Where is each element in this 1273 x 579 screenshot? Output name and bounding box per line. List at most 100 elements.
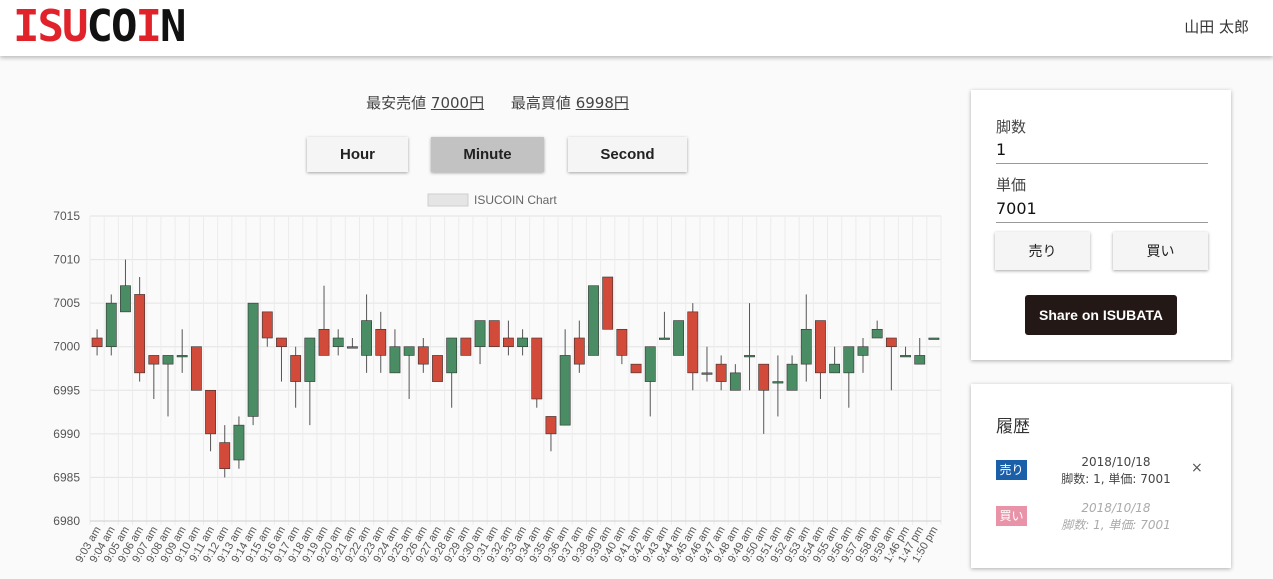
legend-label: ISUCOIN Chart <box>474 193 557 207</box>
candle-body <box>885 337 897 348</box>
candle <box>914 338 926 365</box>
isucoin-candlestick-chart: 698069856990699570007005701070159:03 am9… <box>53 193 942 565</box>
history-date: 2018/10/18 <box>1081 501 1151 515</box>
candle-body <box>432 355 443 382</box>
candle <box>233 416 245 469</box>
candle <box>517 329 528 356</box>
buy-button[interactable]: 買い <box>1113 232 1208 270</box>
qty-label: 脚数 <box>996 118 1027 136</box>
candle-body <box>616 328 628 356</box>
highest-buy-label: 最高買値 <box>510 94 571 112</box>
candle-body <box>573 337 585 365</box>
candle-body <box>559 355 571 426</box>
tab-hour[interactable]: Hour <box>307 137 408 172</box>
candle-body <box>503 337 514 348</box>
candle <box>375 311 387 373</box>
candle-body <box>332 337 344 348</box>
candle <box>261 311 273 347</box>
history-item: 売り 2018/10/18 脚数: 1, 単価: 7001 × <box>971 454 1231 494</box>
candle <box>630 363 642 374</box>
candle <box>815 320 826 399</box>
candle-body <box>729 372 741 391</box>
history-card: 履歴 売り 2018/10/18 脚数: 1, 単価: 7001 × 買い 20… <box>971 384 1231 568</box>
price-summary: 最安売値 7000円 最高買値 6998円 <box>0 92 995 113</box>
candle-body <box>276 337 287 348</box>
candle-body <box>673 320 685 356</box>
history-date: 2018/10/18 <box>1081 455 1151 469</box>
candle <box>460 337 472 356</box>
candle-body <box>602 276 614 330</box>
candle-body <box>247 302 259 417</box>
candle <box>687 303 699 391</box>
candle-body <box>914 355 926 365</box>
candle-body <box>134 294 146 374</box>
candle-body <box>148 355 160 365</box>
candle <box>318 285 330 356</box>
candle-body <box>304 337 316 382</box>
candle-body <box>162 355 174 365</box>
candle-body <box>176 355 188 358</box>
candle-body <box>928 337 940 340</box>
close-icon[interactable]: × <box>1191 460 1203 476</box>
y-tick-label: 7005 <box>53 296 80 310</box>
candle <box>800 294 812 382</box>
highest-buy-value: 6998円 <box>575 94 629 112</box>
candle <box>205 389 216 452</box>
candle <box>176 329 188 373</box>
candle-body <box>219 442 231 470</box>
tab-minute[interactable]: Minute <box>431 137 544 172</box>
candle <box>573 320 585 373</box>
share-isubata-button[interactable]: Share on ISUBATA <box>1025 295 1177 335</box>
candle <box>616 328 628 365</box>
y-tick-label: 6980 <box>53 514 80 528</box>
candle-body <box>630 363 642 374</box>
candle-body <box>346 346 358 349</box>
candle-body <box>261 311 273 339</box>
y-tick-label: 7015 <box>53 209 80 223</box>
history-item: 買い 2018/10/18 脚数: 1, 単価: 7001 <box>971 500 1231 540</box>
candle <box>120 259 131 313</box>
candle <box>91 329 103 356</box>
candle-body <box>417 346 429 365</box>
candle-body <box>800 328 812 365</box>
candle-body <box>389 346 401 374</box>
candle-body <box>744 355 755 358</box>
candle-body <box>687 311 699 374</box>
legend-swatch <box>427 193 469 207</box>
candle <box>332 329 344 356</box>
candle <box>162 355 174 417</box>
candle-body <box>474 320 486 348</box>
y-tick-label: 6985 <box>53 470 80 484</box>
candle <box>715 355 727 391</box>
y-tick-label: 6995 <box>53 383 80 397</box>
chart-grid <box>89 215 942 525</box>
sell-button[interactable]: 売り <box>995 232 1090 270</box>
candle-body <box>290 355 302 382</box>
top-bar: ISUCOIN 山田 太郎 <box>0 0 1273 56</box>
candle <box>134 277 146 382</box>
candle-body <box>701 372 713 375</box>
candle <box>701 346 713 382</box>
price-input[interactable] <box>996 199 1208 223</box>
candle-body <box>758 363 770 391</box>
candle <box>588 285 599 356</box>
candle-body <box>900 355 911 358</box>
candle <box>417 338 429 373</box>
candle <box>346 338 358 349</box>
order-card: 脚数 単価 売り 買い Share on ISUBATA <box>971 90 1231 360</box>
candle <box>389 329 401 374</box>
chart-legend[interactable]: ISUCOIN Chart <box>427 193 557 207</box>
candle <box>148 355 160 399</box>
candle-body <box>644 346 656 382</box>
candle-body <box>375 328 387 356</box>
isucoin-logo[interactable]: ISUCOIN <box>13 4 186 50</box>
candle <box>673 320 685 356</box>
candle-body <box>318 328 330 356</box>
qty-input[interactable] <box>996 140 1208 164</box>
candle <box>276 337 287 382</box>
candle <box>361 294 372 373</box>
candle <box>304 337 316 426</box>
candle-body <box>829 363 841 374</box>
tab-second[interactable]: Second <box>568 137 687 172</box>
user-name[interactable]: 山田 太郎 <box>1184 16 1249 37</box>
